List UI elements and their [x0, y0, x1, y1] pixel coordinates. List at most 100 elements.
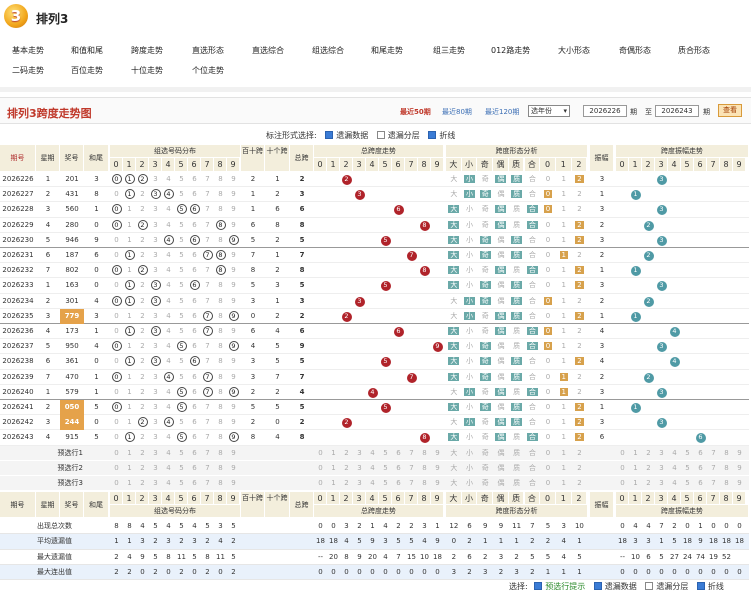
miss[interactable]: [707, 339, 720, 354]
miss[interactable]: [405, 278, 418, 293]
miss[interactable]: [720, 309, 733, 324]
miss[interactable]: [642, 233, 655, 248]
miss[interactable]: [733, 278, 746, 293]
miss[interactable]: [418, 233, 431, 248]
[interactable]: 6: [694, 430, 707, 445]
preselect-cell[interactable]: 0: [314, 461, 327, 476]
miss[interactable]: [655, 324, 668, 339]
preselect-cell[interactable]: 1: [327, 461, 340, 476]
preselect-cell[interactable]: 2: [136, 476, 149, 491]
miss[interactable]: [707, 233, 720, 248]
miss[interactable]: [340, 385, 353, 400]
preselect-cell[interactable]: 0: [616, 476, 629, 491]
miss[interactable]: [668, 233, 681, 248]
miss[interactable]: [353, 430, 366, 445]
miss[interactable]: [340, 248, 353, 263]
miss[interactable]: [733, 309, 746, 324]
miss[interactable]: [681, 339, 694, 354]
miss[interactable]: [392, 385, 405, 400]
miss[interactable]: [340, 294, 353, 309]
miss[interactable]: [616, 339, 629, 354]
miss[interactable]: [733, 339, 746, 354]
preselect-cell[interactable]: 2: [136, 446, 149, 461]
miss[interactable]: [629, 248, 642, 263]
miss[interactable]: [720, 202, 733, 217]
miss[interactable]: [418, 415, 431, 430]
miss[interactable]: [642, 400, 655, 415]
miss[interactable]: [418, 385, 431, 400]
miss[interactable]: [655, 354, 668, 369]
preselect-cell[interactable]: 4: [668, 446, 681, 461]
preselect-cell[interactable]: 1: [123, 476, 136, 491]
[interactable]: 5: [379, 354, 392, 369]
miss[interactable]: [379, 339, 392, 354]
preselect-cell[interactable]: 7: [201, 446, 214, 461]
nav-link[interactable]: 组选综合: [312, 45, 344, 56]
miss[interactable]: [642, 309, 655, 324]
[interactable]: 2: [642, 294, 655, 309]
miss[interactable]: [681, 218, 694, 233]
miss[interactable]: [405, 202, 418, 217]
miss[interactable]: [327, 248, 340, 263]
miss[interactable]: [616, 218, 629, 233]
miss[interactable]: [405, 430, 418, 445]
option-miss-layer[interactable]: 遗漏分层: [376, 131, 420, 140]
miss[interactable]: [379, 218, 392, 233]
preselect-cell[interactable]: 9: [431, 461, 444, 476]
nav-link[interactable]: 012路走势: [491, 45, 530, 56]
miss[interactable]: [314, 294, 327, 309]
nav-link[interactable]: 和值和尾: [71, 45, 103, 56]
preselect-cell[interactable]: 0: [110, 446, 123, 461]
[interactable]: 1: [629, 187, 642, 202]
miss[interactable]: [353, 248, 366, 263]
miss[interactable]: [616, 263, 629, 278]
preselect-cell[interactable]: 1: [556, 461, 572, 476]
preselect-cell[interactable]: 小: [462, 446, 478, 461]
miss[interactable]: [379, 324, 392, 339]
miss[interactable]: [733, 172, 746, 187]
miss[interactable]: [431, 400, 444, 415]
miss[interactable]: [340, 370, 353, 385]
preselect-cell[interactable]: 7: [405, 476, 418, 491]
miss[interactable]: [642, 278, 655, 293]
miss[interactable]: [707, 415, 720, 430]
preselect-cell[interactable]: 9: [733, 476, 746, 491]
miss[interactable]: [392, 278, 405, 293]
nav-link[interactable]: 直选综合: [252, 45, 284, 56]
miss[interactable]: [392, 248, 405, 263]
miss[interactable]: [681, 430, 694, 445]
miss[interactable]: [340, 202, 353, 217]
preselect-cell[interactable]: 合: [525, 461, 541, 476]
miss[interactable]: [733, 324, 746, 339]
preselect-cell[interactable]: 9: [733, 461, 746, 476]
miss[interactable]: [327, 233, 340, 248]
miss[interactable]: [314, 218, 327, 233]
miss[interactable]: [720, 278, 733, 293]
miss[interactable]: [642, 339, 655, 354]
miss[interactable]: [405, 354, 418, 369]
preselect-cell[interactable]: 0: [314, 446, 327, 461]
miss[interactable]: [642, 385, 655, 400]
miss[interactable]: [655, 370, 668, 385]
preselect-cell[interactable]: 9: [227, 446, 240, 461]
nav-link[interactable]: 奇偶形态: [619, 45, 651, 56]
miss[interactable]: [616, 233, 629, 248]
miss[interactable]: [642, 202, 655, 217]
preselect-cell[interactable]: 3: [353, 461, 366, 476]
miss[interactable]: [720, 324, 733, 339]
miss[interactable]: [694, 233, 707, 248]
preselect-cell[interactable]: 4: [162, 476, 175, 491]
preselect-cell[interactable]: 5: [681, 461, 694, 476]
miss[interactable]: [629, 218, 642, 233]
miss[interactable]: [642, 415, 655, 430]
preselect-cell[interactable]: 2: [572, 461, 588, 476]
miss[interactable]: [418, 278, 431, 293]
miss[interactable]: [694, 370, 707, 385]
miss[interactable]: [353, 339, 366, 354]
[interactable]: 3: [655, 202, 668, 217]
[interactable]: 4: [366, 385, 379, 400]
miss[interactable]: [668, 385, 681, 400]
[interactable]: 2: [340, 172, 353, 187]
miss[interactable]: [655, 187, 668, 202]
preselect-cell[interactable]: 0: [540, 476, 556, 491]
